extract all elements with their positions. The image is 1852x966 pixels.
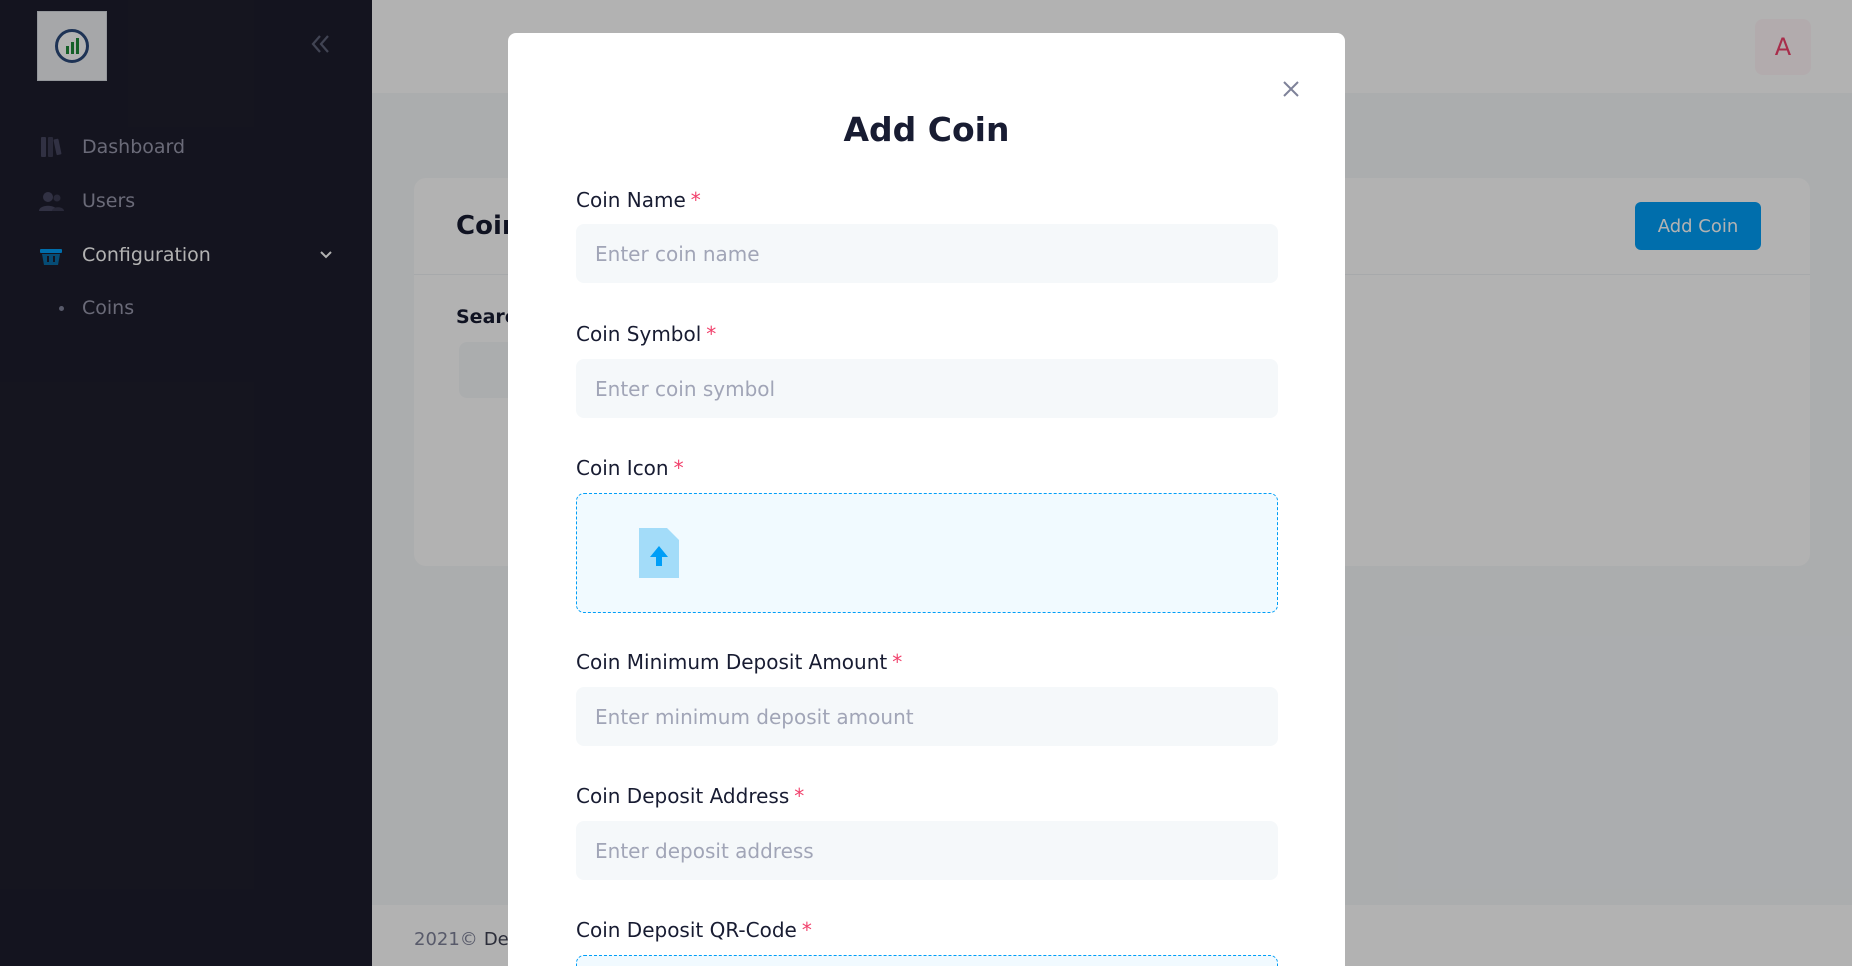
field-label-text: Coin Symbol [576, 322, 702, 346]
field-label-text: Coin Deposit QR-Code [576, 918, 797, 942]
required-mark: * [892, 650, 903, 674]
required-mark: * [690, 188, 701, 212]
close-icon[interactable] [1278, 76, 1304, 102]
field-label-text: Coin Deposit Address [576, 784, 790, 808]
deposit-qr-label: Coin Deposit QR-Code * [576, 918, 812, 942]
coin-name-label: Coin Name * [576, 188, 701, 212]
required-mark: * [673, 456, 684, 480]
coin-name-input[interactable] [576, 224, 1278, 283]
field-label-text: Coin Icon [576, 456, 669, 480]
coin-symbol-label: Coin Symbol * [576, 322, 716, 346]
deposit-address-label: Coin Deposit Address * [576, 784, 804, 808]
required-mark: * [706, 322, 717, 346]
coin-icon-label: Coin Icon * [576, 456, 684, 480]
add-coin-modal: Add Coin Coin Name* Coin Symbol* Coin Ic… [508, 33, 1345, 966]
deposit-address-input[interactable] [576, 821, 1278, 880]
modal-title: Add Coin [843, 110, 1010, 149]
field-label-text: Coin Name [576, 188, 686, 212]
required-mark: * [794, 784, 805, 808]
file-upload-icon [639, 528, 679, 578]
min-deposit-label: Coin Minimum Deposit Amount * [576, 650, 902, 674]
deposit-qr-dropzone[interactable] [576, 955, 1278, 966]
field-label-text: Coin Minimum Deposit Amount [576, 650, 888, 674]
coin-icon-dropzone[interactable] [576, 493, 1278, 613]
coin-symbol-input[interactable] [576, 359, 1278, 418]
required-mark: * [801, 918, 812, 942]
min-deposit-input[interactable] [576, 687, 1278, 746]
